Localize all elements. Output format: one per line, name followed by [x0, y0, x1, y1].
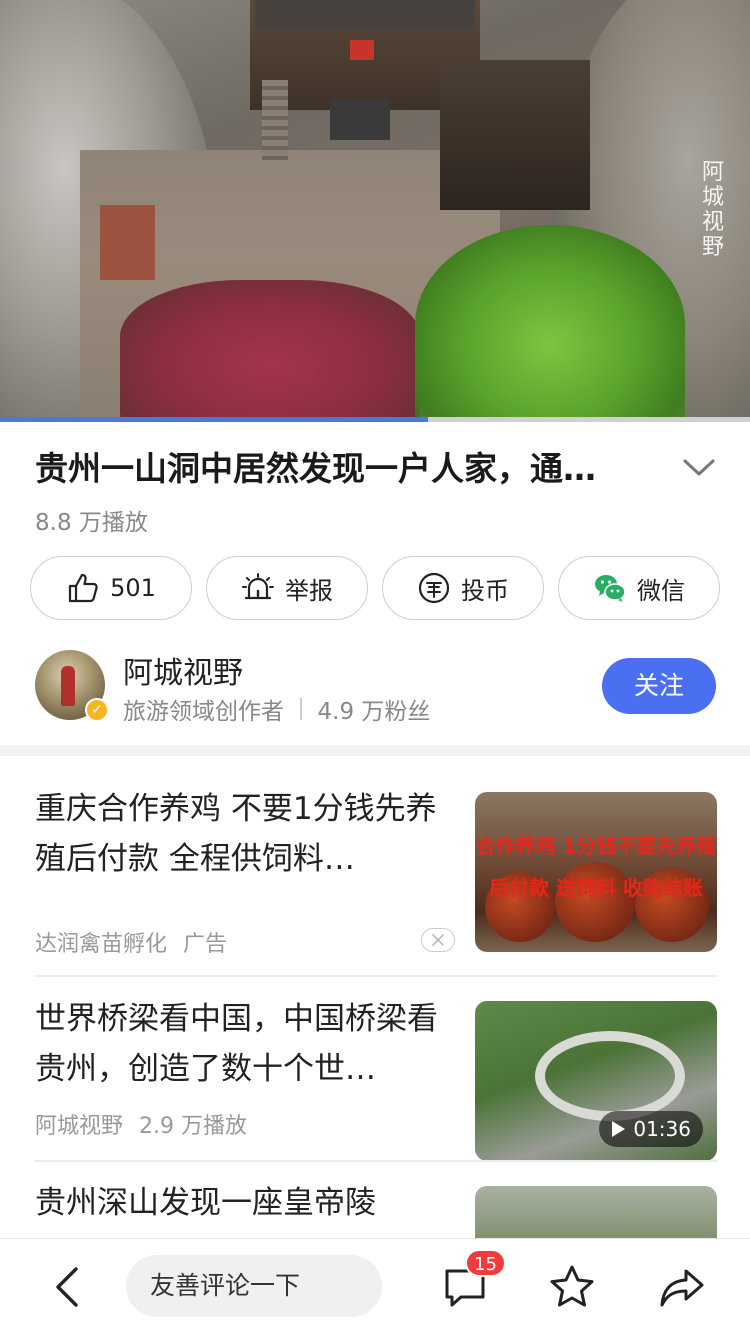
- verified-icon: ✓: [85, 698, 109, 722]
- thumbs-up-icon: [68, 573, 98, 603]
- section-divider: [0, 745, 750, 756]
- back-arrow-icon[interactable]: [48, 1265, 88, 1309]
- video-duration: 01:36: [599, 1111, 703, 1147]
- bridge-road-shape: [535, 1031, 685, 1121]
- wechat-share-button[interactable]: 微信: [558, 556, 720, 620]
- video-progress-fill: [0, 417, 428, 422]
- video-player[interactable]: 阿城视野: [0, 0, 750, 422]
- feed-item-meta: 达润禽苗孵化 广告: [35, 926, 227, 958]
- video-frame-brick-wall: [100, 205, 155, 280]
- thumb-ad-text-1: 合作养鸡 1分钱不要先养殖: [475, 834, 717, 858]
- coin-label: 投币: [461, 576, 509, 605]
- follow-button[interactable]: 关注: [602, 658, 716, 714]
- feed-item-views: 2.9 万播放: [139, 1114, 247, 1139]
- video-watermark: 阿城视野: [701, 160, 724, 260]
- video-frame-altar: [330, 100, 390, 140]
- wechat-icon: [595, 575, 626, 602]
- video-frame-leaves: [120, 280, 420, 422]
- video-title: 贵州一山洞中居然发现一户人家，通…: [35, 449, 596, 488]
- report-button[interactable]: 举报: [206, 556, 368, 620]
- feed-item-thumbnail: 合作养鸡 1分钱不要先养殖 后付款 送饲料 收购结账: [475, 792, 717, 952]
- feed-item-source: 阿城视野: [35, 1114, 124, 1139]
- video-frame-tree: [415, 225, 685, 422]
- action-bar: 501 举报 投币 微信: [30, 556, 720, 620]
- video-frame-roof: [255, 0, 475, 30]
- like-button[interactable]: 501: [30, 556, 192, 620]
- like-count: 501: [110, 574, 156, 602]
- feed-item-video[interactable]: 贵州深山发现一座皇帝陵: [35, 1178, 717, 1238]
- ad-tag: 广告: [183, 932, 228, 957]
- avatar-person: [61, 666, 75, 706]
- dismiss-ad-button[interactable]: [421, 928, 455, 952]
- feed-item-thumbnail: [475, 1186, 717, 1238]
- view-count: 8.8 万播放: [35, 510, 148, 536]
- wechat-label: 微信: [637, 576, 685, 605]
- comment-count-badge: 15: [465, 1249, 506, 1277]
- author-row: ✓ 阿城视野 旅游领域创作者 4.9 万粉丝 关注: [35, 648, 725, 726]
- play-icon: [612, 1121, 626, 1137]
- meta-divider: [300, 698, 302, 720]
- video-title-row: 贵州一山洞中居然发现一户人家，通…: [35, 446, 725, 496]
- video-frame-shed: [440, 60, 590, 210]
- coin-button[interactable]: 投币: [382, 556, 544, 620]
- author-name[interactable]: 阿城视野: [123, 648, 243, 692]
- coin-icon: [418, 572, 450, 604]
- alarm-icon: [242, 573, 274, 600]
- author-role: 旅游领域创作者: [123, 699, 284, 725]
- feed-item-title: 贵州深山发现一座皇帝陵: [35, 1185, 376, 1221]
- author-meta: 旅游领域创作者 4.9 万粉丝: [123, 692, 430, 726]
- share-icon[interactable]: [658, 1263, 706, 1311]
- star-icon[interactable]: [548, 1263, 596, 1311]
- author-fans: 4.9 万粉丝: [317, 699, 431, 725]
- comment-input[interactable]: 友善评论一下: [126, 1255, 382, 1317]
- bottom-toolbar: 友善评论一下 15: [0, 1238, 750, 1334]
- feed-item-ad[interactable]: 重庆合作养鸡 不要1分钱先养殖后付款 全程供饲料… 达润禽苗孵化 广告 合作养鸡…: [35, 784, 717, 964]
- feed-item-thumbnail: 01:36: [475, 1001, 717, 1161]
- feed-item-title: 重庆合作养鸡 不要1分钱先养殖后付款 全程供饲料…: [35, 791, 437, 877]
- feed-item-source: 达润禽苗孵化: [35, 932, 168, 957]
- chevron-down-icon[interactable]: [681, 452, 717, 482]
- video-frame-stairs: [262, 80, 288, 160]
- video-frame-altar-banner: [350, 40, 374, 60]
- report-label: 举报: [285, 576, 333, 605]
- feed-item-video[interactable]: 世界桥梁看中国，中国桥梁看贵州，创造了数十个世… 阿城视野 2.9 万播放 01…: [35, 994, 717, 1161]
- feed-separator: [35, 975, 717, 977]
- feed-separator: [35, 1160, 717, 1162]
- duration-text: 01:36: [633, 1117, 691, 1141]
- close-icon: [432, 934, 444, 946]
- feed-item-meta: 阿城视野 2.9 万播放: [35, 1108, 247, 1140]
- thumb-ad-text-2: 后付款 送饲料 收购结账: [489, 876, 703, 900]
- feed-item-title: 世界桥梁看中国，中国桥梁看贵州，创造了数十个世…: [35, 1001, 438, 1087]
- video-progress-bar[interactable]: [0, 417, 750, 422]
